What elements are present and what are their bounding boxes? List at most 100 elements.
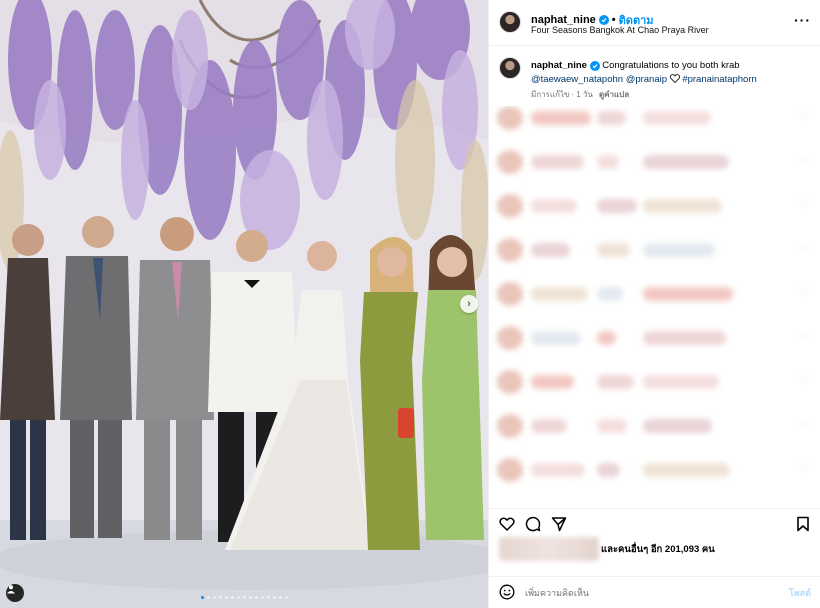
carousel-dots bbox=[0, 596, 488, 599]
comment-blurred-text bbox=[643, 375, 719, 389]
comment-blurred-text bbox=[643, 111, 711, 125]
carousel-dot bbox=[254, 596, 258, 599]
comment-blurred-text bbox=[531, 287, 588, 301]
comment-blurred-text bbox=[597, 111, 626, 125]
tagged-users-button[interactable] bbox=[6, 584, 24, 602]
hashtag-link[interactable]: #pranainataphorn bbox=[682, 74, 756, 85]
comment-blurred-text bbox=[643, 199, 722, 213]
likes-count[interactable]: และคนอื่นๆ อีก 201,093 คน bbox=[601, 542, 715, 557]
comment-row[interactable]: ♡ bbox=[495, 150, 813, 174]
comment-avatar[interactable] bbox=[497, 238, 523, 262]
next-slide-button[interactable]: › bbox=[460, 295, 478, 313]
more-options-icon[interactable]: ··· bbox=[794, 12, 811, 28]
mention-link[interactable]: @taewaew_natapohn bbox=[531, 74, 623, 85]
comment-row[interactable]: ♡ bbox=[495, 106, 813, 130]
carousel-dot bbox=[212, 596, 216, 599]
carousel-dot bbox=[242, 596, 246, 599]
smiley-icon[interactable] bbox=[499, 584, 515, 600]
comment-blurred-text bbox=[531, 199, 577, 213]
carousel-dot bbox=[206, 596, 210, 599]
post-location[interactable]: Four Seasons Bangkok At Chao Praya River bbox=[531, 25, 709, 35]
comment-blurred-text bbox=[643, 463, 730, 477]
post-comment-button[interactable]: โพสต์ bbox=[789, 586, 811, 600]
comment-blurred-text bbox=[597, 199, 637, 213]
comment-avatar[interactable] bbox=[497, 458, 523, 482]
bookmark-icon[interactable] bbox=[795, 516, 811, 532]
comment-input[interactable] bbox=[525, 586, 755, 600]
verified-badge-icon bbox=[598, 15, 609, 25]
comment-blurred-text bbox=[643, 287, 733, 301]
comment-like-icon[interactable]: ♡ bbox=[801, 332, 809, 343]
comment-blurred-text bbox=[597, 243, 630, 257]
user-icon bbox=[7, 585, 15, 594]
comment-row[interactable]: ♡ bbox=[495, 458, 813, 482]
caption-avatar[interactable] bbox=[499, 57, 521, 79]
author-avatar[interactable] bbox=[499, 11, 521, 33]
carousel-dot bbox=[236, 596, 240, 599]
comment-blurred-text bbox=[597, 419, 627, 433]
edited-label: มีการแก้ไข bbox=[531, 90, 570, 99]
carousel-dot bbox=[278, 596, 282, 599]
comment-row[interactable]: ♡ bbox=[495, 414, 813, 438]
comment-like-icon[interactable]: ♡ bbox=[801, 420, 809, 431]
comment-avatar[interactable] bbox=[497, 370, 523, 394]
carousel-dot bbox=[284, 596, 288, 599]
white-heart-icon bbox=[669, 74, 680, 84]
comment-like-icon[interactable]: ♡ bbox=[801, 376, 809, 387]
comment-like-icon[interactable]: ♡ bbox=[801, 156, 809, 167]
comment-avatar[interactable] bbox=[497, 106, 523, 130]
post-sidebar: naphat_nine • ติดตาม Four Seasons Bangko… bbox=[488, 0, 820, 608]
comment-icon[interactable] bbox=[525, 516, 541, 532]
comment-blurred-text bbox=[531, 463, 585, 477]
comment-blurred-text bbox=[643, 155, 729, 169]
carousel-dot bbox=[230, 596, 234, 599]
comment-blurred-text bbox=[531, 243, 570, 257]
add-comment-bar: โพสต์ bbox=[489, 576, 820, 608]
comment-row[interactable]: ♡ bbox=[495, 282, 813, 306]
comment-blurred-text bbox=[597, 463, 620, 477]
heart-icon[interactable] bbox=[499, 516, 515, 532]
liked-by-blurred bbox=[499, 537, 599, 561]
post-photo[interactable]: › bbox=[0, 0, 488, 608]
comments-list[interactable]: ♡ ♡ ♡ ♡ ♡ ♡ ♡ ♡ ♡ bbox=[489, 106, 820, 508]
translate-link[interactable]: ดูคำแปล bbox=[599, 88, 629, 101]
post-time: · 1 วัน bbox=[571, 90, 593, 99]
comment-blurred-text bbox=[531, 331, 581, 345]
comment-avatar[interactable] bbox=[497, 414, 523, 438]
comment-blurred-text bbox=[597, 287, 623, 301]
post-header: naphat_nine • ติดตาม Four Seasons Bangko… bbox=[489, 0, 820, 46]
caption-meta: มีการแก้ไข · 1 วัน ดูคำแปล bbox=[531, 88, 629, 101]
comment-blurred-text bbox=[643, 419, 712, 433]
carousel-dot bbox=[266, 596, 270, 599]
comment-like-icon[interactable]: ♡ bbox=[801, 464, 809, 475]
comment-blurred-text bbox=[531, 155, 584, 169]
comment-like-icon[interactable]: ♡ bbox=[801, 288, 809, 299]
carousel-dot bbox=[248, 596, 252, 599]
send-icon[interactable] bbox=[551, 516, 567, 532]
comment-blurred-text bbox=[531, 419, 567, 433]
comment-blurred-text bbox=[597, 375, 634, 389]
comment-avatar[interactable] bbox=[497, 326, 523, 350]
comment-like-icon[interactable]: ♡ bbox=[801, 244, 809, 255]
comment-row[interactable]: ♡ bbox=[495, 370, 813, 394]
comment-row[interactable]: ♡ bbox=[495, 194, 813, 218]
likes-summary[interactable]: และคนอื่นๆ อีก 201,093 คน bbox=[489, 534, 820, 564]
comment-blurred-text bbox=[597, 331, 616, 345]
carousel-dot bbox=[218, 596, 222, 599]
comment-avatar[interactable] bbox=[497, 150, 523, 174]
mention-link[interactable]: @pranaip bbox=[626, 74, 667, 85]
comment-avatar[interactable] bbox=[497, 194, 523, 218]
carousel-dot bbox=[224, 596, 228, 599]
caption-text-block: naphat_nine Congratulations to you both … bbox=[531, 59, 811, 87]
comment-row[interactable]: ♡ bbox=[495, 238, 813, 262]
caption-username[interactable]: naphat_nine bbox=[531, 60, 587, 71]
carousel-dot bbox=[272, 596, 276, 599]
comment-blurred-text bbox=[643, 243, 715, 257]
comment-blurred-text bbox=[531, 111, 591, 125]
carousel-dot bbox=[200, 596, 204, 599]
comment-row[interactable]: ♡ bbox=[495, 326, 813, 350]
comment-avatar[interactable] bbox=[497, 282, 523, 306]
comment-blurred-text bbox=[597, 155, 619, 169]
comment-like-icon[interactable]: ♡ bbox=[801, 200, 809, 211]
comment-like-icon[interactable]: ♡ bbox=[801, 112, 809, 123]
